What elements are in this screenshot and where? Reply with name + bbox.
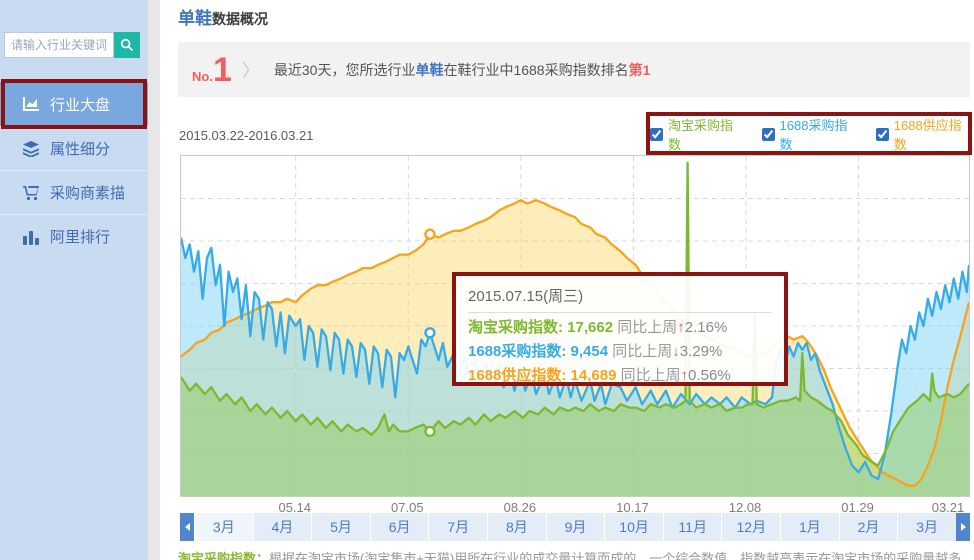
footnote-text: 根据在淘宝市场(淘宝集市+天猫)用所在行业的成交量计算而成的，一个综合数值，指数… [269,551,961,560]
up-arrow-icon: ↑ [681,367,689,384]
sidebar: 行业大盘 属性细分 采购商素描 阿里排行 [0,0,148,560]
cart-icon [22,185,40,201]
chevron-right-icon: 〉 [242,57,260,83]
legend-checkbox-3[interactable] [876,128,889,141]
chart-date-range: 2015.03.22-2016.03.21 [179,128,313,143]
layers-icon [22,141,40,157]
up-arrow-icon: ↑ [677,319,685,336]
page-title: 单鞋数据概况 [178,4,268,29]
tooltip-compare-text: 同比上周 [612,343,672,360]
arrow-left-icon [185,523,190,531]
month-cell-8[interactable]: 10月 [604,513,663,541]
title-rest: 数据概况 [212,11,268,27]
month-cell-13[interactable]: 3月 [897,513,956,541]
tooltip-row-1: 淘宝采购指数: 17,662 同比上周↑2.16% [468,316,772,337]
legend-item-2: 1688采购指数 [762,115,854,153]
dashboard-page: 行业大盘 属性细分 采购商素描 阿里排行 [0,0,974,560]
sidebar-item-attribute-segment[interactable]: 属性细分 [0,126,148,170]
month-cell-3[interactable]: 5月 [311,513,370,541]
sidebar-item-label: 行业大盘 [50,94,110,115]
sidebar-item-buyer-profile[interactable]: 采购商素描 [0,170,148,214]
sidebar-item-label: 阿里排行 [50,226,110,247]
tooltip-series-label: 淘宝采购指数: [468,319,563,336]
footnote-label: 淘宝采购指数： [178,551,269,560]
tooltip-compare-text: 同比上周 [617,319,677,336]
arrow-right-icon [961,523,966,531]
hover-marker-淘宝采购指数 [425,427,434,436]
legend-label: 淘宝采购指数 [668,115,740,153]
month-cell-5[interactable]: 7月 [428,513,487,541]
legend-item-1: 淘宝采购指数 [650,115,740,153]
tooltip-series-label: 1688供应指数: [468,367,566,384]
month-cells: 3月4月5月6月7月8月9月10月11月12月1月2月3月 [194,513,956,541]
sidebar-item-ali-ranking[interactable]: 阿里排行 [0,214,148,258]
tooltip-row-3: 1688供应指数: 14,689 同比上周↑0.56% [468,364,772,385]
legend-item-3: 1688供应指数 [876,115,968,153]
tooltip-compare-text: 同比上周 [621,367,681,384]
month-cell-1[interactable]: 3月 [194,513,253,541]
index-definition-footnote: 淘宝采购指数：根据在淘宝市场(淘宝集市+天猫)用所在行业的成交量计算而成的，一个… [178,548,970,560]
rank-number: No. 1 [192,53,232,87]
search-button[interactable] [114,32,140,58]
chart-legend: 淘宝采购指数 1688采购指数 1688供应指数 [650,118,968,150]
tooltip-series-value: 9,454 [571,343,609,360]
legend-label: 1688供应指数 [894,115,968,153]
tooltip-pct: 0.56% [688,367,731,384]
month-cell-10[interactable]: 12月 [721,513,780,541]
hover-marker-1688采购指数 [425,328,434,337]
sidebar-content-divider [148,0,160,560]
month-cell-12[interactable]: 2月 [839,513,898,541]
month-cell-9[interactable]: 11月 [663,513,722,541]
rank-banner: No. 1 〉 最近30天，您所选行业单鞋在鞋行业中1688采购指数排名第1 [178,42,970,97]
month-cell-4[interactable]: 6月 [370,513,429,541]
x-axis-labels: 05.1407.0508.2610.1712.0801.2903.21 [180,500,970,514]
tooltip-series-label: 1688采购指数: [468,343,566,360]
sidebar-item-label: 采购商素描 [50,182,125,203]
tooltip-series-value: 14,689 [571,367,617,384]
month-cell-11[interactable]: 1月 [780,513,839,541]
legend-label: 1688采购指数 [780,115,854,153]
down-arrow-icon: ↓ [672,343,680,360]
tooltip-rows: 淘宝采购指数: 17,662 同比上周↑2.16%1688采购指数: 9,454… [468,316,772,385]
search-input[interactable] [4,32,114,58]
month-cell-7[interactable]: 9月 [546,513,605,541]
chart-tooltip: 2015.07.15(周三) 淘宝采购指数: 17,662 同比上周↑2.16%… [452,272,788,386]
month-cell-2[interactable]: 4月 [253,513,312,541]
search-icon [120,38,134,52]
tooltip-date: 2015.07.15(周三) [468,282,772,313]
title-keyword: 单鞋 [178,9,212,28]
sidebar-item-label: 属性细分 [50,138,110,159]
tooltip-row-2: 1688采购指数: 9,454 同比上周↓3.29% [468,340,772,361]
month-pager: 3月4月5月6月7月8月9月10月11月12月1月2月3月 [180,513,970,541]
tooltip-pct: 2.16% [685,319,728,336]
month-cell-6[interactable]: 8月 [487,513,546,541]
area-chart-icon [22,96,40,112]
hover-marker-1688供应指数 [425,230,434,239]
bar-chart-icon [22,229,40,245]
rank-description: 最近30天，您所选行业单鞋在鞋行业中1688采购指数排名第1 [274,60,651,80]
tooltip-series-value: 17,662 [567,319,613,336]
industry-search [4,32,144,58]
next-month-button[interactable] [956,513,970,541]
tooltip-pct: 3.29% [680,343,723,360]
sidebar-menu: 行业大盘 属性细分 采购商素描 阿里排行 [0,82,148,258]
legend-checkbox-2[interactable] [762,128,775,141]
sidebar-item-industry-market[interactable]: 行业大盘 [0,82,148,126]
prev-month-button[interactable] [180,513,194,541]
legend-checkbox-1[interactable] [650,128,663,141]
